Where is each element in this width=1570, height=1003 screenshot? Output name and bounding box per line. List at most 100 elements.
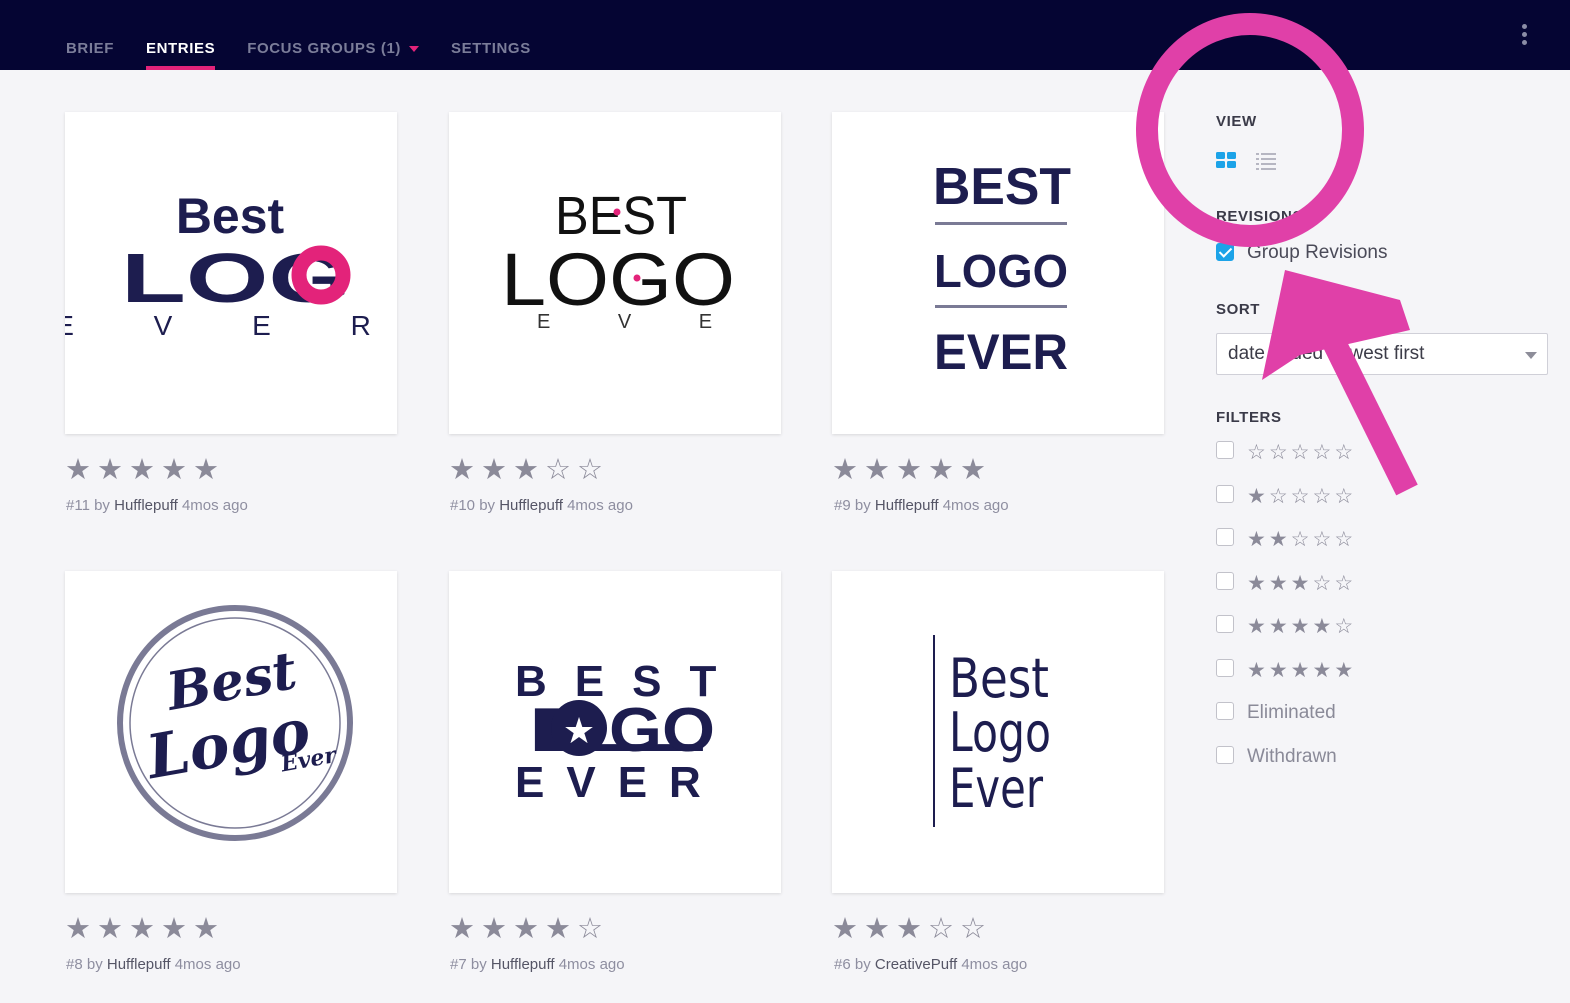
star-filled-icon[interactable]: ★ bbox=[481, 914, 507, 944]
star-filled-icon[interactable]: ★ bbox=[161, 914, 187, 944]
tab-settings[interactable]: SETTINGS bbox=[451, 0, 531, 70]
tab-focus-groups[interactable]: FOCUS GROUPS (1) bbox=[247, 0, 419, 70]
entry-age: 4mos ago bbox=[961, 956, 1028, 973]
star-filled-icon[interactable]: ★ bbox=[449, 455, 475, 485]
entry-rating-10[interactable]: ★ ★ ★ ☆ ☆ bbox=[449, 455, 603, 485]
star-filled-icon[interactable]: ★ bbox=[545, 914, 571, 944]
entry-rating-11[interactable]: ★ ★ ★ ★ ★ bbox=[65, 455, 219, 485]
entry-age: 4mos ago bbox=[567, 497, 633, 514]
list-icon[interactable] bbox=[1255, 150, 1277, 170]
entry-card-6[interactable]: Best Logo Ever bbox=[832, 571, 1164, 893]
logo-image-6: Best Logo Ever bbox=[933, 635, 1051, 827]
filter-0-stars-checkbox[interactable] bbox=[1216, 441, 1234, 459]
tab-entries[interactable]: ENTRIES bbox=[146, 0, 216, 70]
star-filled-icon[interactable]: ★ bbox=[481, 455, 507, 485]
star-filled-icon[interactable]: ★ bbox=[65, 455, 91, 485]
logo-image-10: BEST LOGO E V E R bbox=[501, 186, 781, 333]
star-filled-icon[interactable]: ★ bbox=[193, 455, 219, 485]
star-empty-icon: ☆ bbox=[1290, 485, 1310, 508]
star-filled-icon[interactable]: ★ bbox=[864, 914, 890, 944]
entry-card-10[interactable]: BEST LOGO E V E R bbox=[449, 112, 781, 434]
star-empty-icon: ☆ bbox=[1334, 528, 1354, 551]
by-text: by bbox=[470, 956, 487, 973]
star-filled-icon[interactable]: ★ bbox=[65, 914, 91, 944]
star-empty-icon[interactable]: ☆ bbox=[545, 455, 571, 485]
star-filled-icon[interactable]: ★ bbox=[129, 455, 155, 485]
star-filled-icon[interactable]: ★ bbox=[449, 914, 475, 944]
filter-3-stars-checkbox[interactable] bbox=[1216, 572, 1234, 590]
star-filled-icon: ★ bbox=[1247, 485, 1266, 508]
star-filled-icon[interactable]: ★ bbox=[161, 455, 187, 485]
filters-label: FILTERS bbox=[1216, 409, 1282, 426]
grid-icon[interactable] bbox=[1215, 150, 1237, 170]
star-filled-icon[interactable]: ★ bbox=[832, 914, 858, 944]
entry-number: #6 bbox=[834, 956, 851, 973]
star-filled-icon[interactable]: ★ bbox=[513, 455, 539, 485]
nav-tabs: BRIEF ENTRIES FOCUS GROUPS (1) SETTINGS bbox=[66, 0, 563, 70]
star-filled-icon[interactable]: ★ bbox=[193, 914, 219, 944]
star-filled-icon: ★ bbox=[1290, 615, 1310, 638]
svg-text:Best: Best bbox=[176, 188, 285, 244]
entry-rating-6[interactable]: ★ ★ ★ ☆ ☆ bbox=[832, 914, 986, 944]
star-filled-icon[interactable]: ★ bbox=[960, 455, 986, 485]
star-filled-icon[interactable]: ★ bbox=[97, 455, 123, 485]
top-nav-bar: BRIEF ENTRIES FOCUS GROUPS (1) SETTINGS bbox=[0, 0, 1570, 70]
filter-1-star-checkbox[interactable] bbox=[1216, 485, 1234, 503]
svg-text:E V E R: E V E R bbox=[65, 310, 397, 341]
star-filled-icon[interactable]: ★ bbox=[129, 914, 155, 944]
star-empty-icon: ☆ bbox=[1247, 441, 1266, 464]
sort-select[interactable]: date added newest first bbox=[1216, 333, 1548, 375]
star-filled-icon[interactable]: ★ bbox=[832, 455, 858, 485]
star-empty-icon[interactable]: ☆ bbox=[928, 914, 954, 944]
star-empty-icon[interactable]: ☆ bbox=[960, 914, 986, 944]
star-filled-icon[interactable]: ★ bbox=[864, 455, 890, 485]
star-filled-icon[interactable]: ★ bbox=[928, 455, 954, 485]
filter-4-stars-checkbox[interactable] bbox=[1216, 615, 1234, 633]
star-filled-icon[interactable]: ★ bbox=[896, 455, 922, 485]
svg-text:Logo: Logo bbox=[140, 696, 316, 794]
logo-image-8: Best Logo Ever bbox=[117, 605, 353, 841]
entry-card-11[interactable]: Best LOG E V E R bbox=[65, 112, 397, 434]
entry-meta-11: #11 by Hufflepuff 4mos ago bbox=[66, 497, 248, 514]
entry-card-7[interactable]: BEST L ★ GO EVER bbox=[449, 571, 781, 893]
by-text: by bbox=[94, 497, 110, 514]
svg-text:BEST: BEST bbox=[933, 158, 1071, 216]
star-empty-icon: ☆ bbox=[1334, 572, 1354, 595]
entry-rating-9[interactable]: ★ ★ ★ ★ ★ bbox=[832, 455, 986, 485]
group-revisions-label: Group Revisions bbox=[1247, 242, 1388, 263]
filter-eliminated-checkbox[interactable] bbox=[1216, 702, 1234, 720]
entry-author[interactable]: Hufflepuff bbox=[499, 497, 563, 514]
entry-age: 4mos ago bbox=[558, 956, 625, 973]
more-menu-icon[interactable] bbox=[1517, 22, 1531, 50]
star-filled-icon: ★ bbox=[1290, 659, 1310, 682]
star-empty-icon[interactable]: ☆ bbox=[577, 455, 603, 485]
entry-card-9[interactable]: BEST LOGO EVER bbox=[832, 112, 1164, 434]
entry-author[interactable]: Hufflepuff bbox=[107, 956, 171, 973]
tab-brief[interactable]: BRIEF bbox=[66, 0, 114, 70]
star-filled-icon: ★ bbox=[1334, 659, 1354, 682]
filter-5-stars-checkbox[interactable] bbox=[1216, 659, 1234, 677]
star-empty-icon: ☆ bbox=[1334, 485, 1354, 508]
entry-meta-10: #10 by Hufflepuff 4mos ago bbox=[450, 497, 633, 514]
entry-author[interactable]: Hufflepuff bbox=[114, 497, 178, 514]
filter-5-stars: ★ ★ ★ ★ ★ bbox=[1247, 660, 1353, 682]
star-filled-icon[interactable]: ★ bbox=[513, 914, 539, 944]
filter-1-star: ★ ☆ ☆ ☆ ☆ bbox=[1247, 486, 1353, 508]
chevron-down-icon bbox=[1525, 352, 1537, 359]
by-text: by bbox=[854, 956, 871, 973]
entry-author[interactable]: Hufflepuff bbox=[491, 956, 555, 973]
entry-age: 4mos ago bbox=[181, 497, 248, 514]
star-filled-icon[interactable]: ★ bbox=[896, 914, 922, 944]
filter-4-stars: ★ ★ ★ ★ ☆ bbox=[1247, 616, 1353, 638]
star-filled-icon[interactable]: ★ bbox=[97, 914, 123, 944]
entry-card-8[interactable]: Best Logo Ever bbox=[65, 571, 397, 893]
entry-number: #11 bbox=[66, 497, 90, 514]
star-empty-icon[interactable]: ☆ bbox=[577, 914, 603, 944]
entry-author[interactable]: CreativePuff bbox=[875, 956, 957, 973]
entry-author[interactable]: Hufflepuff bbox=[875, 497, 939, 514]
filter-withdrawn-checkbox[interactable] bbox=[1216, 746, 1234, 764]
entry-rating-8[interactable]: ★ ★ ★ ★ ★ bbox=[65, 914, 219, 944]
entry-rating-7[interactable]: ★ ★ ★ ★ ☆ bbox=[449, 914, 603, 944]
group-revisions-checkbox[interactable] bbox=[1216, 243, 1234, 261]
filter-2-stars-checkbox[interactable] bbox=[1216, 528, 1234, 546]
